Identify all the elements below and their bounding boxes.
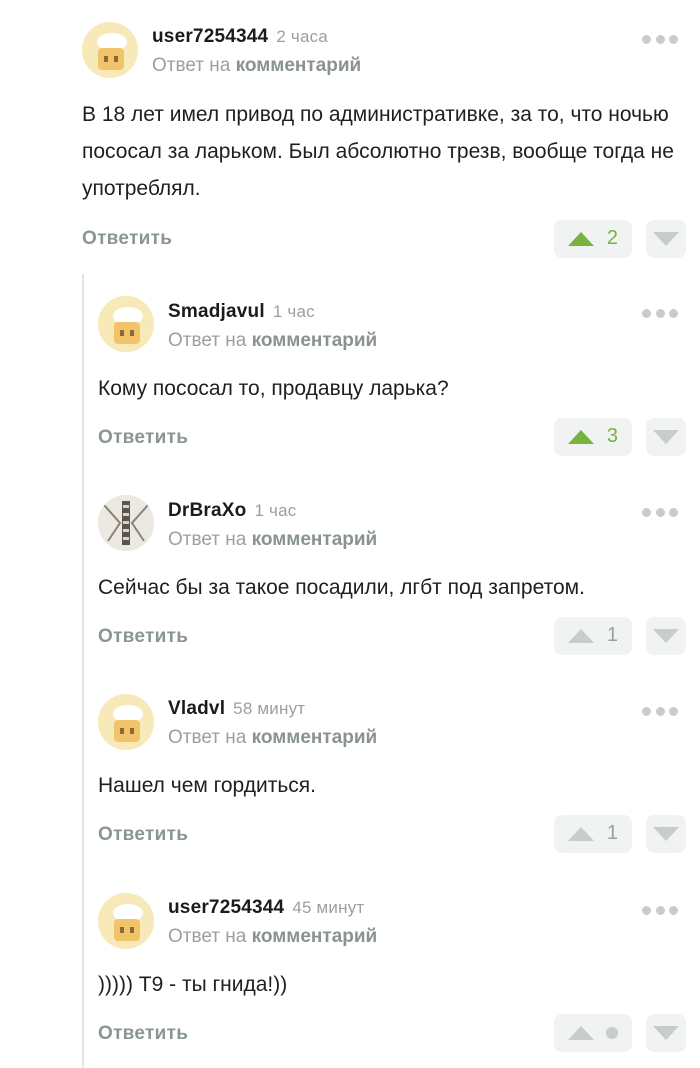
reply-to: Ответ на комментарий <box>168 727 378 748</box>
upvote-button[interactable]: 2 <box>554 220 632 258</box>
username[interactable]: Smadjavul 1 час <box>168 301 315 323</box>
comment-text: Сейчас бы за такое посадили, лгбт под за… <box>98 576 585 599</box>
reply-to: Ответ на комментарий <box>168 529 378 550</box>
reply-button[interactable]: Ответить <box>98 626 188 648</box>
upvote-button[interactable] <box>554 1014 632 1052</box>
comment-time: 1 час <box>272 302 315 321</box>
avatar[interactable] <box>82 22 138 78</box>
downvote-icon <box>653 827 679 841</box>
more-options-icon[interactable] <box>642 905 678 915</box>
more-options-icon[interactable] <box>642 34 678 44</box>
downvote-button[interactable] <box>646 418 686 456</box>
reply-to: Ответ на комментарий <box>152 55 362 76</box>
downvote-button[interactable] <box>646 617 686 655</box>
reply-button[interactable]: Ответить <box>98 824 188 846</box>
comment-time: 58 минут <box>233 699 306 718</box>
reply-to: Ответ на комментарий <box>168 926 378 947</box>
upvote-button[interactable]: 1 <box>554 815 632 853</box>
comment-text: Кому пососал то, продавцу ларька? <box>98 377 449 400</box>
more-options-icon[interactable] <box>642 507 678 517</box>
upvote-icon <box>568 629 594 643</box>
reply-to-link[interactable]: комментарий <box>252 330 378 351</box>
default-avatar-icon <box>98 893 154 949</box>
reply-button[interactable]: Ответить <box>98 1023 188 1045</box>
comment-time: 1 час <box>254 501 297 520</box>
avatar[interactable] <box>98 893 154 949</box>
rating-count: 3 <box>606 425 618 447</box>
rating-count: 1 <box>606 822 618 844</box>
rating-count: 1 <box>606 624 618 646</box>
comment-time: 2 часа <box>276 27 328 46</box>
more-options-icon[interactable] <box>642 706 678 716</box>
username[interactable]: user7254344 2 часа <box>152 26 328 48</box>
username[interactable]: DrBraXo 1 час <box>168 500 296 522</box>
reply-to-link[interactable]: комментарий <box>252 926 378 947</box>
reply-to: Ответ на комментарий <box>168 330 378 351</box>
downvote-icon <box>653 629 679 643</box>
upvote-icon <box>568 1026 594 1040</box>
avatar[interactable] <box>98 694 154 750</box>
default-avatar-icon <box>98 694 154 750</box>
avatar[interactable] <box>98 495 154 551</box>
thread-line <box>82 274 84 1068</box>
rating-hidden-dot <box>606 1027 618 1039</box>
reply-to-link[interactable]: комментарий <box>236 55 362 76</box>
comment-text: Нашел чем гордиться. <box>98 774 316 797</box>
upvote-icon <box>568 232 594 246</box>
upvote-icon <box>568 430 594 444</box>
upvote-button[interactable]: 1 <box>554 617 632 655</box>
more-options-icon[interactable] <box>642 308 678 318</box>
avatar[interactable] <box>98 296 154 352</box>
reply-button[interactable]: Ответить <box>82 228 172 250</box>
downvote-icon <box>653 1026 679 1040</box>
reply-to-link[interactable]: комментарий <box>252 727 378 748</box>
photo-avatar <box>98 495 154 551</box>
reply-to-link[interactable]: комментарий <box>252 529 378 550</box>
username[interactable]: Vladvl 58 минут <box>168 698 305 720</box>
upvote-button[interactable]: 3 <box>554 418 632 456</box>
username[interactable]: user7254344 45 минут <box>168 897 364 919</box>
reply-button[interactable]: Ответить <box>98 427 188 449</box>
rating-count: 2 <box>606 227 618 249</box>
downvote-icon <box>653 232 679 246</box>
downvote-button[interactable] <box>646 815 686 853</box>
default-avatar-icon <box>82 22 138 78</box>
downvote-button[interactable] <box>646 1014 686 1052</box>
downvote-icon <box>653 430 679 444</box>
comment-time: 45 минут <box>292 898 365 917</box>
default-avatar-icon <box>98 296 154 352</box>
comment-text: ))))) Т9 - ты гнида!)) <box>98 973 288 996</box>
downvote-button[interactable] <box>646 220 686 258</box>
upvote-icon <box>568 827 594 841</box>
comment-text: В 18 лет имел привод по административке,… <box>82 103 674 200</box>
